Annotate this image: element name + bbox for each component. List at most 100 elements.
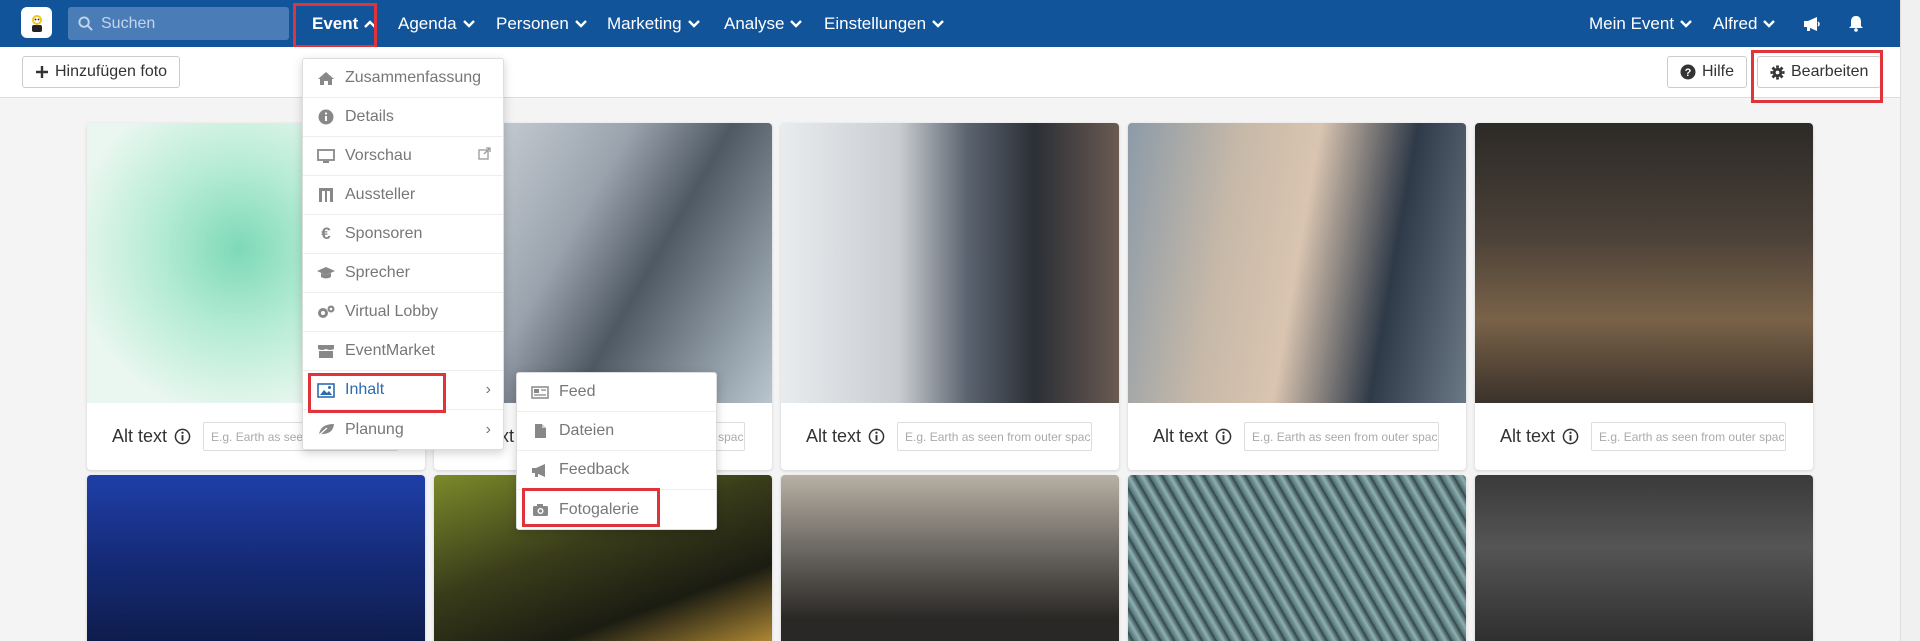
nav-analyse-label: Analyse: [724, 13, 785, 33]
nav-marketing[interactable]: Marketing: [607, 0, 700, 47]
photo-thumbnail[interactable]: [1475, 475, 1813, 641]
submenu-item-label: Fotogalerie: [559, 500, 640, 518]
photo-card: [1475, 475, 1813, 641]
announcements-button[interactable]: [1803, 0, 1821, 47]
menu-item-sprecher[interactable]: Sprecher: [303, 254, 503, 293]
image-icon: [315, 382, 337, 398]
alt-text-label: Alt text: [112, 426, 168, 446]
menu-item-details[interactable]: Details: [303, 98, 503, 137]
menu-item-label: Details: [345, 108, 394, 125]
question-circle-icon: ?: [1680, 64, 1696, 80]
bell-icon: [1849, 16, 1863, 32]
info-icon[interactable]: [1215, 428, 1232, 445]
alt-text-input[interactable]: E.g. Earth as seen from outer space: [1244, 422, 1440, 451]
submenu-item-label: Dateien: [559, 422, 615, 439]
alt-text-label: Alt text: [806, 426, 862, 446]
add-photo-button[interactable]: Hinzufügen foto: [22, 56, 181, 88]
photo-card: Alt text E.g. Earth as seen from outer s…: [1128, 123, 1466, 470]
menu-item-virtual-lobby[interactable]: Virtual Lobby: [303, 293, 503, 332]
alt-text-row: Alt text E.g. Earth as seen from outer s…: [781, 403, 1119, 470]
chevron-down-icon: [790, 19, 803, 28]
search-input[interactable]: Suchen: [68, 7, 289, 40]
nav-event-label: Event: [312, 13, 359, 33]
chevron-down-icon: [574, 19, 587, 28]
menu-item-label: EventMarket: [345, 342, 435, 359]
nav-mein-event-label: Mein Event: [1589, 13, 1675, 33]
menu-item-planung[interactable]: Planung ›: [303, 410, 503, 449]
top-navigation-bar: Suchen Event Agenda Personen Marketing A…: [0, 0, 1900, 47]
submenu-item-dateien[interactable]: Dateien: [517, 412, 716, 451]
menu-item-zusammenfassung[interactable]: Zusammenfassung: [303, 59, 503, 98]
photo-thumbnail[interactable]: [1128, 475, 1466, 641]
submenu-item-fotogalerie[interactable]: Fotogalerie: [517, 490, 716, 529]
nav-einstellungen-label: Einstellungen: [824, 13, 927, 33]
nav-personen-label: Personen: [496, 13, 569, 33]
alt-text-label: Alt text: [1153, 426, 1209, 446]
page-toolbar: Hinzufügen foto ? Hilfe Bearbeiten: [0, 47, 1900, 98]
photo-thumbnail[interactable]: [1475, 123, 1813, 403]
newspaper-icon: [529, 385, 551, 399]
photo-thumbnail[interactable]: [781, 475, 1119, 641]
euro-icon: €: [321, 224, 331, 243]
monitor-icon: [315, 148, 337, 164]
chevron-down-icon: [1680, 19, 1692, 28]
menu-item-label: Aussteller: [345, 186, 416, 203]
store-icon: [315, 344, 337, 359]
edit-button[interactable]: Bearbeiten: [1757, 56, 1882, 88]
menu-item-sponsoren[interactable]: € Sponsoren: [303, 215, 503, 254]
menu-item-label: Vorschau: [345, 147, 412, 164]
chevron-down-icon: [687, 19, 700, 28]
megaphone-icon: [529, 463, 551, 478]
nav-marketing-label: Marketing: [607, 13, 682, 33]
submenu-item-feed[interactable]: Feed: [517, 373, 716, 412]
nav-personen[interactable]: Personen: [496, 0, 587, 47]
menu-item-vorschau[interactable]: Vorschau: [303, 137, 503, 176]
chevron-right-icon: ›: [485, 420, 491, 438]
graduation-cap-icon: [315, 266, 337, 280]
nav-agenda[interactable]: Agenda: [398, 0, 475, 47]
nav-event[interactable]: Event: [312, 0, 377, 47]
info-icon[interactable]: [1562, 428, 1579, 445]
app-logo[interactable]: [21, 7, 52, 38]
nav-analyse[interactable]: Analyse: [724, 0, 803, 47]
info-icon[interactable]: [868, 428, 885, 445]
nav-agenda-label: Agenda: [398, 13, 457, 33]
nav-mein-event[interactable]: Mein Event: [1589, 0, 1692, 47]
alt-text-row: Alt text E.g. Earth as seen from outer s…: [1128, 403, 1466, 470]
chevron-down-icon: [1763, 19, 1776, 28]
alt-text-label: Alt text: [1500, 426, 1556, 446]
edit-label: Bearbeiten: [1791, 63, 1869, 80]
info-icon[interactable]: [174, 428, 191, 445]
chevron-right-icon: ›: [485, 381, 491, 398]
notifications-button[interactable]: [1848, 0, 1864, 47]
menu-item-eventmarket[interactable]: EventMarket: [303, 332, 503, 371]
mascot-logo-icon: [31, 14, 42, 32]
page-scrollbar[interactable]: [1900, 0, 1920, 641]
submenu-item-feedback[interactable]: Feedback: [517, 451, 716, 490]
help-label: Hilfe: [1702, 63, 1735, 80]
alt-text-input[interactable]: E.g. Earth as seen from outer space: [897, 422, 1093, 451]
chevron-up-icon: [364, 19, 377, 28]
alt-text-input[interactable]: E.g. Earth as seen from outer space: [1591, 422, 1787, 451]
megaphone-icon: [1804, 16, 1820, 31]
nav-einstellungen[interactable]: Einstellungen: [824, 0, 944, 47]
menu-item-label: Planung: [345, 420, 404, 438]
nav-user-alfred[interactable]: Alfred: [1713, 0, 1776, 47]
alt-text-row: Alt text E.g. Earth as seen from outer s…: [1475, 403, 1813, 470]
help-button[interactable]: ? Hilfe: [1667, 56, 1748, 88]
photo-thumbnail[interactable]: [781, 123, 1119, 403]
menu-item-label: Inhalt: [345, 381, 385, 398]
photo-thumbnail[interactable]: [1128, 123, 1466, 403]
menu-item-inhalt[interactable]: Inhalt ›: [303, 371, 503, 410]
home-icon: [315, 71, 337, 86]
photo-card: Alt text E.g. Earth as seen from outer s…: [781, 123, 1119, 470]
chevron-down-icon: [462, 19, 475, 28]
booth-icon: [315, 187, 337, 203]
content-submenu: Feed Dateien Feedback Fotogalerie: [516, 372, 717, 530]
submenu-item-label: Feedback: [559, 461, 630, 478]
nav-user-label: Alfred: [1713, 13, 1758, 33]
menu-item-aussteller[interactable]: Aussteller: [303, 176, 503, 215]
external-link-icon: [478, 147, 491, 165]
submenu-item-label: Feed: [559, 383, 596, 400]
photo-thumbnail[interactable]: [87, 475, 425, 641]
